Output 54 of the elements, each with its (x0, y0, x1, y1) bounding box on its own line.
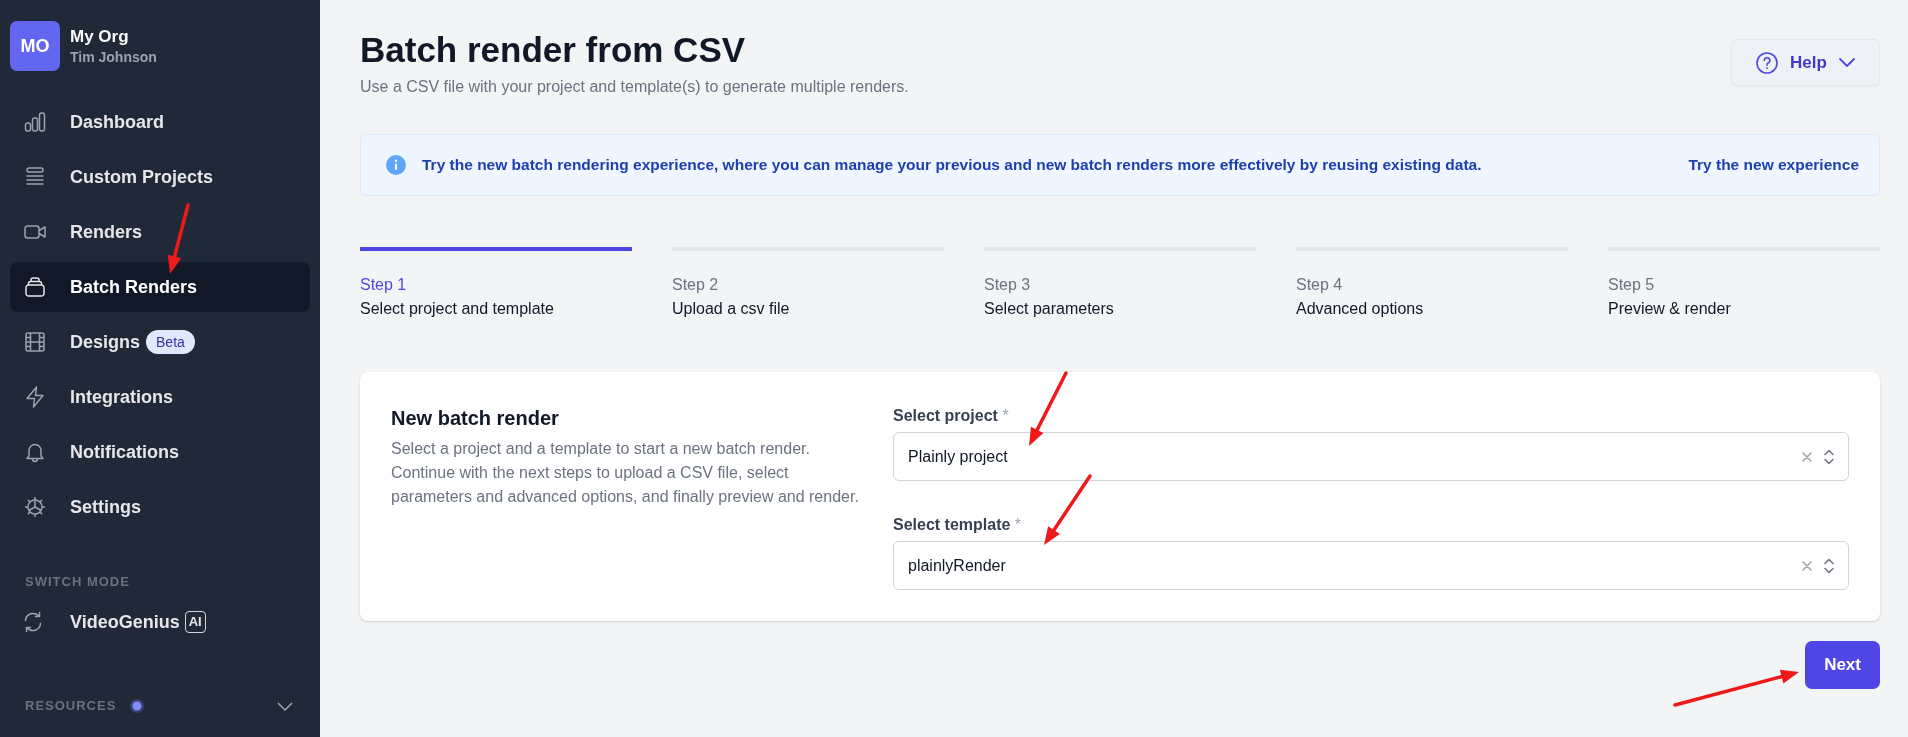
clear-icon[interactable] (1802, 451, 1812, 462)
clear-icon[interactable] (1802, 560, 1812, 571)
ai-badge: AI (184, 611, 206, 633)
step-title: Upload a csv file (672, 299, 790, 319)
beta-badge: Beta (146, 330, 195, 354)
sidebar-item[interactable]: Designs Beta (10, 317, 310, 367)
info-icon (386, 155, 406, 175)
step-title: Select project and template (360, 299, 554, 319)
sidebar-item[interactable]: Integrations (10, 372, 310, 422)
step-number[interactable]: Step 5 (1608, 275, 1655, 295)
chevron-icon[interactable] (277, 701, 293, 711)
user-name: Tim Johnson (70, 48, 157, 66)
sidebar-item[interactable]: Settings (10, 482, 310, 532)
film-icon (23, 330, 47, 354)
org-avatar: MO (10, 21, 60, 71)
lightning-icon (23, 385, 47, 409)
sidebar-item[interactable]: Renders (10, 207, 310, 257)
sidebar-item[interactable]: Notifications (10, 427, 310, 477)
select-field[interactable]: Plainly project (893, 432, 1849, 481)
gear-icon (23, 495, 47, 519)
sidebar-item[interactable]: Batch Renders (10, 262, 310, 312)
page-title: Batch render from CSV (360, 29, 747, 71)
up-down-chevron-icon (1824, 557, 1834, 574)
sidebar-item[interactable]: Custom Projects (10, 152, 310, 202)
bar-chart-icon (23, 110, 47, 134)
section-heading: SWITCH MODE (25, 574, 131, 590)
annotation-arrow (1044, 474, 1092, 545)
step-number[interactable]: Step 3 (984, 275, 1031, 295)
step-number[interactable]: Step 2 (672, 275, 719, 295)
stack-icon (23, 275, 47, 299)
section-heading: RESOURCES (25, 698, 117, 714)
mode-switch-item[interactable]: VideoGenius AI (10, 597, 310, 647)
field-label: Select template * (893, 515, 1022, 535)
step-number[interactable]: Step 1 (360, 275, 407, 295)
banner-message: Try the new batch rendering experience, where you can manage your previous and new batch renders more effectively by reusing existing data. (422, 156, 1483, 174)
step-title: Advanced options (1296, 299, 1424, 319)
page-subtitle: Use a CSV file with your project and template(s) to generate multiple renders. (360, 77, 909, 97)
help-button[interactable]: Help (1731, 39, 1880, 86)
select-field[interactable]: plainlyRender (893, 541, 1849, 590)
step-number[interactable]: Step 4 (1296, 275, 1343, 295)
up-down-chevron-icon (1824, 448, 1834, 465)
card-title: New batch render (391, 406, 559, 431)
step-title: Preview & render (1608, 299, 1731, 319)
question-circle-icon (1756, 51, 1779, 74)
step-title: Select parameters (984, 299, 1114, 319)
org-name: My Org (70, 26, 130, 48)
field-label: Select project * (893, 406, 1009, 426)
chevron-down-icon (1838, 58, 1855, 67)
new-experience-link[interactable]: Try the new experience (1688, 156, 1859, 174)
annotation-arrow (167, 203, 190, 274)
sidebar-item[interactable]: Dashboard (10, 97, 310, 147)
card-description: Select a project and a template to start a new batch render. Continue with the next steps to upload a CSV file, select parameters and advanced options, and finally preview and render. (391, 439, 860, 507)
next-button[interactable]: Next (1805, 641, 1880, 689)
notification-dot-icon (130, 699, 145, 713)
